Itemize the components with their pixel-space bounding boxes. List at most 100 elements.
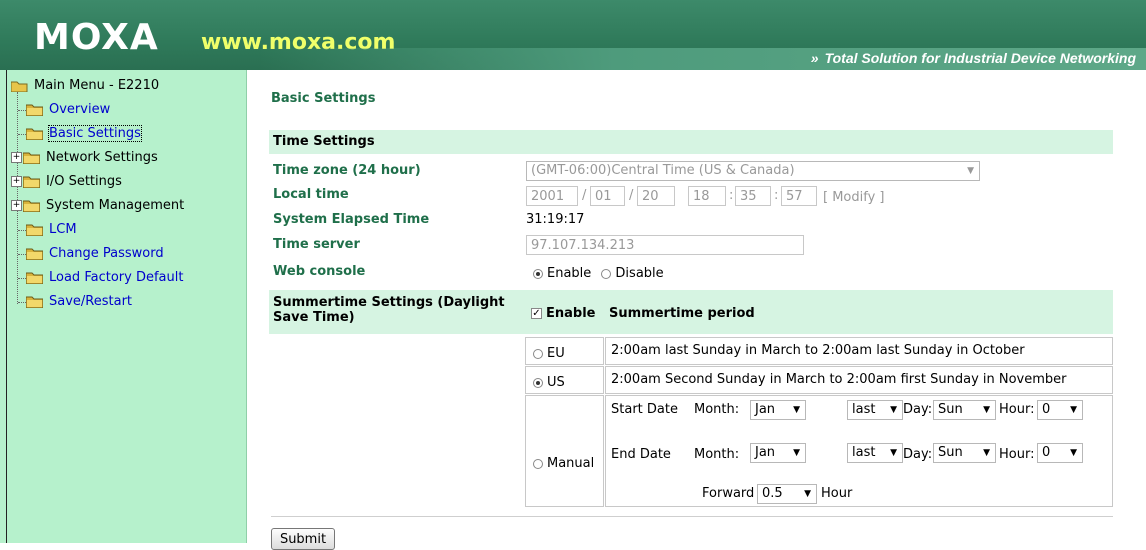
- sidebar-item-io-settings[interactable]: + I/O Settings: [11, 171, 122, 193]
- sidebar-item-basic-settings[interactable]: Basic Settings: [26, 123, 142, 145]
- eu-radio[interactable]: [533, 348, 543, 359]
- start-day-value: Sun: [938, 402, 963, 417]
- end-month-select[interactable]: Jan ▼: [750, 443, 806, 463]
- end-day-label: Day:: [903, 447, 933, 462]
- hour-field[interactable]: 18: [688, 186, 726, 206]
- eu-period-text: 2:00am last Sunday in March to 2:00am la…: [611, 343, 1025, 358]
- us-option[interactable]: US: [533, 375, 565, 390]
- chevron-down-icon: ▼: [793, 405, 800, 415]
- webconsole-disable-label: Disable: [615, 266, 664, 281]
- summertime-enable[interactable]: ✓ Enable: [531, 306, 596, 321]
- sidebar-item-lcm[interactable]: LCM: [26, 219, 77, 241]
- sidebar-item-overview[interactable]: Overview: [26, 99, 110, 121]
- manual-option-cell: [525, 395, 604, 507]
- sidebar-item-system-management[interactable]: + System Management: [11, 195, 184, 217]
- localtime-label: Local time: [273, 187, 349, 202]
- tagline: » Total Solution for Industrial Device Ne…: [811, 50, 1136, 66]
- us-label: US: [547, 375, 565, 390]
- timezone-label: Time zone (24 hour): [273, 163, 421, 178]
- sidebar-item-label: Basic Settings: [48, 125, 142, 142]
- eu-option[interactable]: EU: [533, 346, 565, 361]
- expand-icon[interactable]: +: [11, 176, 22, 187]
- open-folder-icon: [11, 80, 28, 92]
- summertime-heading: Summertime Settings (Daylight Save Time): [273, 295, 505, 325]
- forward-value: 0.5: [762, 486, 783, 501]
- us-period-text: 2:00am Second Sunday in March to 2:00am …: [611, 372, 1067, 387]
- year-field[interactable]: 2001: [526, 186, 578, 206]
- time-separator: :: [729, 188, 734, 203]
- chevron-down-icon: ▼: [890, 448, 897, 458]
- second-field[interactable]: 57: [781, 186, 817, 206]
- sidebar-item-label: System Management: [46, 198, 185, 213]
- end-hour-select[interactable]: 0 ▼: [1037, 443, 1083, 463]
- timezone-select[interactable]: (GMT-06:00)Central Time (US & Canada) ▼: [526, 161, 980, 181]
- webconsole-disable-radio[interactable]: [601, 268, 612, 279]
- sidebar-item-label: Network Settings: [46, 150, 158, 165]
- start-hour-label: Hour:: [999, 402, 1035, 417]
- frame-border: [6, 70, 7, 543]
- end-week-select[interactable]: last ▼: [847, 443, 903, 463]
- expand-icon[interactable]: +: [11, 200, 22, 211]
- sidebar-item-network-settings[interactable]: + Network Settings: [11, 147, 158, 169]
- timeserver-field[interactable]: 97.107.134.213: [526, 235, 804, 255]
- manual-option[interactable]: Manual: [533, 456, 594, 471]
- webconsole-label: Web console: [273, 264, 366, 279]
- tree-branch: [18, 110, 26, 111]
- start-hour-select[interactable]: 0 ▼: [1037, 400, 1083, 420]
- sidebar-item-label: LCM: [49, 222, 77, 237]
- end-week-value: last: [852, 445, 876, 460]
- folder-icon: [23, 176, 40, 188]
- chevron-down-icon: ▼: [793, 448, 800, 458]
- start-month-select[interactable]: Jan ▼: [750, 400, 806, 420]
- start-day-select[interactable]: Sun ▼: [933, 400, 996, 420]
- forward-unit: Hour: [821, 486, 853, 501]
- date-separator: /: [629, 188, 634, 203]
- folder-icon: [26, 224, 43, 236]
- sidebar-root-label: Main Menu - E2210: [34, 78, 160, 93]
- webconsole-enable-radio[interactable]: [533, 268, 543, 279]
- submit-button[interactable]: Submit: [271, 528, 335, 550]
- chevron-down-icon: ▼: [967, 166, 974, 176]
- sidebar-item-label: I/O Settings: [46, 174, 122, 189]
- tree-branch: [18, 134, 26, 135]
- minute-field[interactable]: 35: [735, 186, 771, 206]
- manual-label: Manual: [547, 456, 595, 471]
- manual-radio[interactable]: [533, 458, 543, 469]
- sidebar-item-save-restart[interactable]: Save/Restart: [26, 291, 132, 313]
- summertime-enable-label: Enable: [546, 306, 596, 321]
- month-field[interactable]: 01: [590, 186, 625, 206]
- start-week-select[interactable]: last ▼: [847, 400, 903, 420]
- tree-branch: [18, 230, 26, 231]
- sidebar-item-label: Overview: [49, 102, 111, 117]
- start-date-label: Start Date: [611, 402, 678, 417]
- eu-label: EU: [547, 346, 565, 361]
- header-banner: MOXA www.moxa.com » Total Solution for In…: [0, 0, 1146, 70]
- forward-select[interactable]: 0.5 ▼: [757, 484, 817, 504]
- folder-icon: [26, 272, 43, 284]
- chevron-down-icon: ▼: [804, 489, 811, 499]
- time-settings-band: [269, 130, 1113, 154]
- sidebar-root[interactable]: Main Menu - E2210: [11, 75, 159, 97]
- start-day-label: Day:: [903, 402, 933, 417]
- forward-label: Forward: [702, 486, 755, 501]
- day-field[interactable]: 20: [637, 186, 675, 206]
- folder-icon: [26, 248, 43, 260]
- summertime-enable-checkbox[interactable]: ✓: [531, 308, 542, 319]
- tree-branch: [18, 254, 26, 255]
- tree-branch: [18, 302, 26, 303]
- chevron-down-icon: ▼: [983, 405, 990, 415]
- divider: [271, 516, 1113, 517]
- end-hour-value: 0: [1042, 445, 1051, 460]
- timezone-value: (GMT-06:00)Central Time (US & Canada): [531, 163, 795, 178]
- us-radio[interactable]: [533, 377, 543, 388]
- double-arrow-icon: »: [810, 50, 819, 66]
- sidebar-item-change-password[interactable]: Change Password: [26, 243, 164, 265]
- sidebar-item-label: Save/Restart: [49, 294, 133, 309]
- tagline-text: Total Solution for Industrial Device Net…: [824, 50, 1136, 66]
- timeserver-label: Time server: [273, 237, 360, 252]
- sidebar-item-load-factory-default[interactable]: Load Factory Default: [26, 267, 183, 289]
- folder-icon: [23, 152, 40, 164]
- end-day-select[interactable]: Sun ▼: [933, 443, 996, 463]
- modify-link[interactable]: [ Modify ]: [823, 190, 884, 205]
- expand-icon[interactable]: +: [11, 152, 22, 163]
